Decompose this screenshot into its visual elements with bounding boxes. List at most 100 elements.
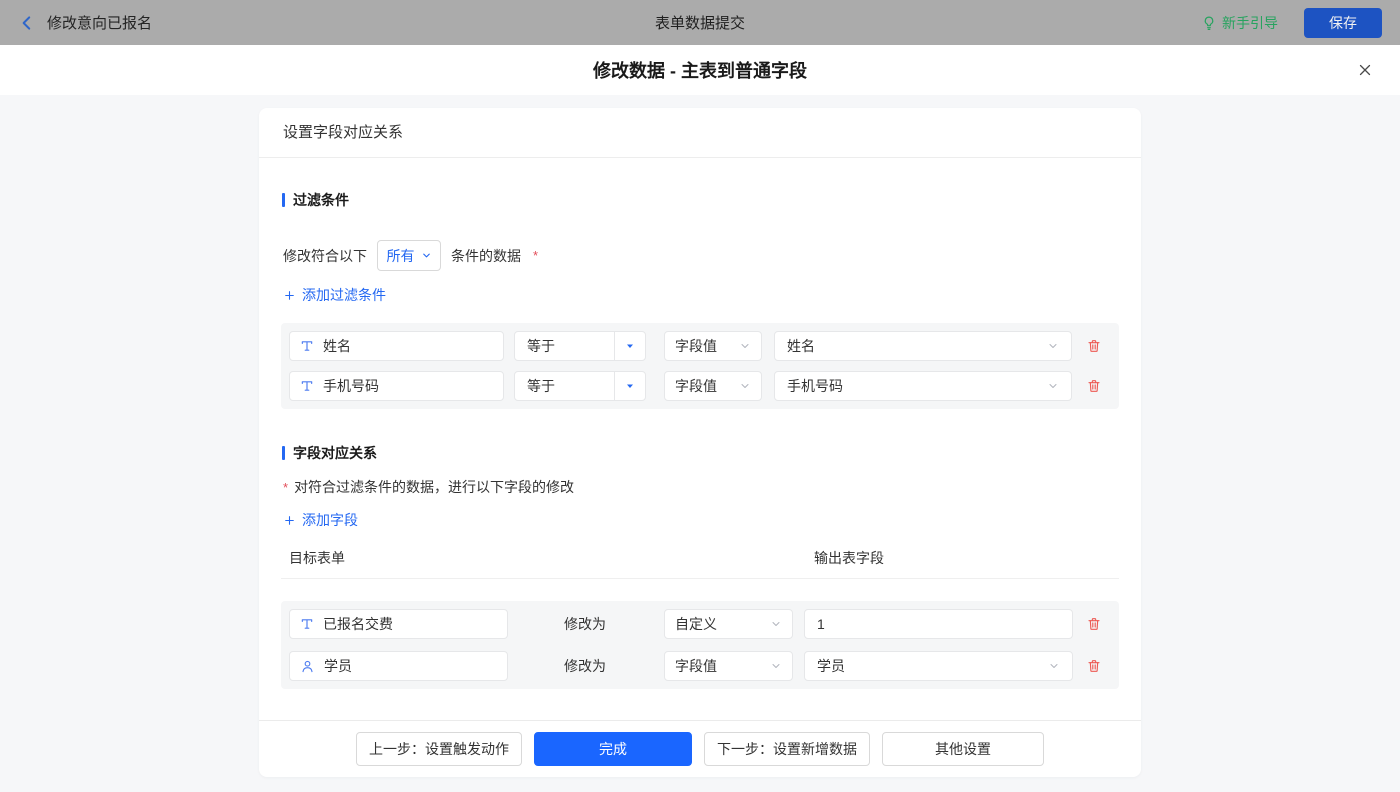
topbar: 修改意向已报名 表单数据提交 新手引导 保存 xyxy=(0,0,1400,45)
save-button[interactable]: 保存 xyxy=(1304,8,1382,38)
add-filter-condition-label: 添加过滤条件 xyxy=(302,285,386,305)
trash-icon xyxy=(1086,378,1102,394)
topbar-actions: 新手引导 保存 xyxy=(1201,8,1382,38)
filter-field-value: 手机号码 xyxy=(323,376,379,396)
trash-icon xyxy=(1086,658,1102,674)
filter-valuetype-select[interactable]: 字段值 xyxy=(664,371,762,401)
filter-section-title-text: 过滤条件 xyxy=(293,190,349,210)
chevron-down-icon xyxy=(1047,380,1059,392)
chevron-down-icon xyxy=(739,380,751,392)
text-field-icon xyxy=(300,339,314,353)
close-icon[interactable] xyxy=(1356,61,1374,79)
mapping-row: 已报名交费 修改为 自定义 xyxy=(289,609,1111,639)
mapping-rows-strip: 已报名交费 修改为 自定义 xyxy=(281,601,1119,689)
mapping-field-value: 已报名交费 xyxy=(323,614,393,634)
filter-valuetype-value: 字段值 xyxy=(675,376,717,396)
filter-field-value: 姓名 xyxy=(323,336,351,356)
mapping-valuetype-value: 自定义 xyxy=(675,614,717,634)
mapping-table-header: 目标表单 输出表字段 xyxy=(281,548,1119,579)
mapping-row: 学员 修改为 字段值 学员 xyxy=(289,651,1111,681)
trash-icon xyxy=(1086,338,1102,354)
mapping-field-input[interactable]: 学员 xyxy=(289,651,508,681)
add-filter-condition-link[interactable]: 添加过滤条件 xyxy=(281,285,386,305)
required-mark: * xyxy=(533,248,538,263)
mapping-field-value: 学员 xyxy=(324,656,352,676)
filter-value: 手机号码 xyxy=(787,376,843,396)
match-prefix-label: 修改符合以下 xyxy=(283,246,367,266)
beginner-guide-label: 新手引导 xyxy=(1222,13,1278,33)
match-suffix-label: 条件的数据 xyxy=(451,246,521,266)
filter-operator-combo[interactable]: 等于 xyxy=(514,371,646,401)
filter-section-title: 过滤条件 xyxy=(281,190,1119,210)
mapping-value-select[interactable]: 学员 xyxy=(804,651,1073,681)
back-nav[interactable]: 修改意向已报名 xyxy=(18,12,152,33)
delete-row-button[interactable] xyxy=(1086,658,1102,674)
filter-value-select[interactable]: 姓名 xyxy=(774,331,1072,361)
mapping-value: 学员 xyxy=(817,656,845,676)
modify-as-label: 修改为 xyxy=(564,656,606,676)
text-field-icon xyxy=(300,617,314,631)
chevron-down-icon xyxy=(770,660,782,672)
mapping-value-input[interactable] xyxy=(817,616,1060,632)
column-target-form: 目标表单 xyxy=(289,550,345,566)
filter-row: 手机号码 等于 字段值 手机号码 xyxy=(289,371,1111,401)
filter-valuetype-value: 字段值 xyxy=(675,336,717,356)
dialog-body: 设置字段对应关系 过滤条件 修改符合以下 所有 条件的数据 * xyxy=(0,95,1400,792)
filter-operator-combo[interactable]: 等于 xyxy=(514,331,646,361)
next-step-button[interactable]: 下一步：设置新增数据 xyxy=(704,732,870,766)
filter-field-input[interactable]: 手机号码 xyxy=(289,371,504,401)
card-content: 过滤条件 修改符合以下 所有 条件的数据 * 添加过滤条件 xyxy=(259,190,1141,689)
dialog-title: 修改数据 - 主表到普通字段 xyxy=(593,57,807,83)
section-accent-bar xyxy=(282,446,285,460)
chevron-down-icon xyxy=(1047,340,1059,352)
section-accent-bar xyxy=(282,193,285,207)
plus-icon xyxy=(283,289,296,302)
caret-down-icon[interactable] xyxy=(614,372,645,400)
delete-row-button[interactable] xyxy=(1086,338,1102,354)
filter-valuetype-select[interactable]: 字段值 xyxy=(664,331,762,361)
person-icon xyxy=(300,659,315,674)
chevron-down-icon xyxy=(770,618,782,630)
filter-rows-strip: 姓名 等于 字段值 姓名 xyxy=(281,323,1119,409)
chevron-down-icon xyxy=(739,340,751,352)
delete-row-button[interactable] xyxy=(1086,616,1102,632)
card-title: 设置字段对应关系 xyxy=(259,108,1141,158)
text-field-icon xyxy=(300,379,314,393)
delete-row-button[interactable] xyxy=(1086,378,1102,394)
required-mark: * xyxy=(283,480,288,495)
beginner-guide-link[interactable]: 新手引导 xyxy=(1201,13,1278,33)
mapping-section-title: 字段对应关系 xyxy=(281,443,1119,463)
mapping-valuetype-value: 字段值 xyxy=(675,656,717,676)
mapping-description-row: * 对符合过滤条件的数据，进行以下字段的修改 xyxy=(281,477,1119,497)
lightbulb-icon xyxy=(1201,15,1217,31)
dialog-footer: 上一步：设置触发动作 完成 下一步：设置新增数据 其他设置 xyxy=(259,720,1141,777)
back-label: 修改意向已报名 xyxy=(47,12,152,33)
dialog-header: 修改数据 - 主表到普通字段 xyxy=(0,45,1400,95)
filter-row: 姓名 等于 字段值 姓名 xyxy=(289,331,1111,361)
plus-icon xyxy=(283,514,296,527)
modify-as-label: 修改为 xyxy=(564,614,606,634)
add-field-link[interactable]: 添加字段 xyxy=(281,510,358,530)
settings-card: 设置字段对应关系 过滤条件 修改符合以下 所有 条件的数据 * xyxy=(259,108,1141,777)
done-button[interactable]: 完成 xyxy=(534,732,692,766)
filter-operator-value: 等于 xyxy=(515,336,614,356)
filter-value: 姓名 xyxy=(787,336,815,356)
prev-step-button[interactable]: 上一步：设置触发动作 xyxy=(356,732,522,766)
match-mode-select[interactable]: 所有 xyxy=(377,240,441,271)
page-title: 表单数据提交 xyxy=(0,12,1400,33)
other-settings-button[interactable]: 其他设置 xyxy=(882,732,1044,766)
mapping-valuetype-select[interactable]: 自定义 xyxy=(664,609,793,639)
add-field-label: 添加字段 xyxy=(302,510,358,530)
column-output-field: 输出表字段 xyxy=(814,548,884,568)
mapping-field-input[interactable]: 已报名交费 xyxy=(289,609,508,639)
mapping-description: 对符合过滤条件的数据，进行以下字段的修改 xyxy=(294,477,574,497)
filter-field-input[interactable]: 姓名 xyxy=(289,331,504,361)
filter-operator-value: 等于 xyxy=(515,376,614,396)
match-condition-row: 修改符合以下 所有 条件的数据 * xyxy=(281,240,1119,271)
caret-down-icon[interactable] xyxy=(614,332,645,360)
chevron-down-icon xyxy=(1048,660,1060,672)
back-chevron-icon[interactable] xyxy=(18,14,36,32)
mapping-valuetype-select[interactable]: 字段值 xyxy=(664,651,793,681)
match-mode-value: 所有 xyxy=(387,246,415,266)
filter-value-select[interactable]: 手机号码 xyxy=(774,371,1072,401)
